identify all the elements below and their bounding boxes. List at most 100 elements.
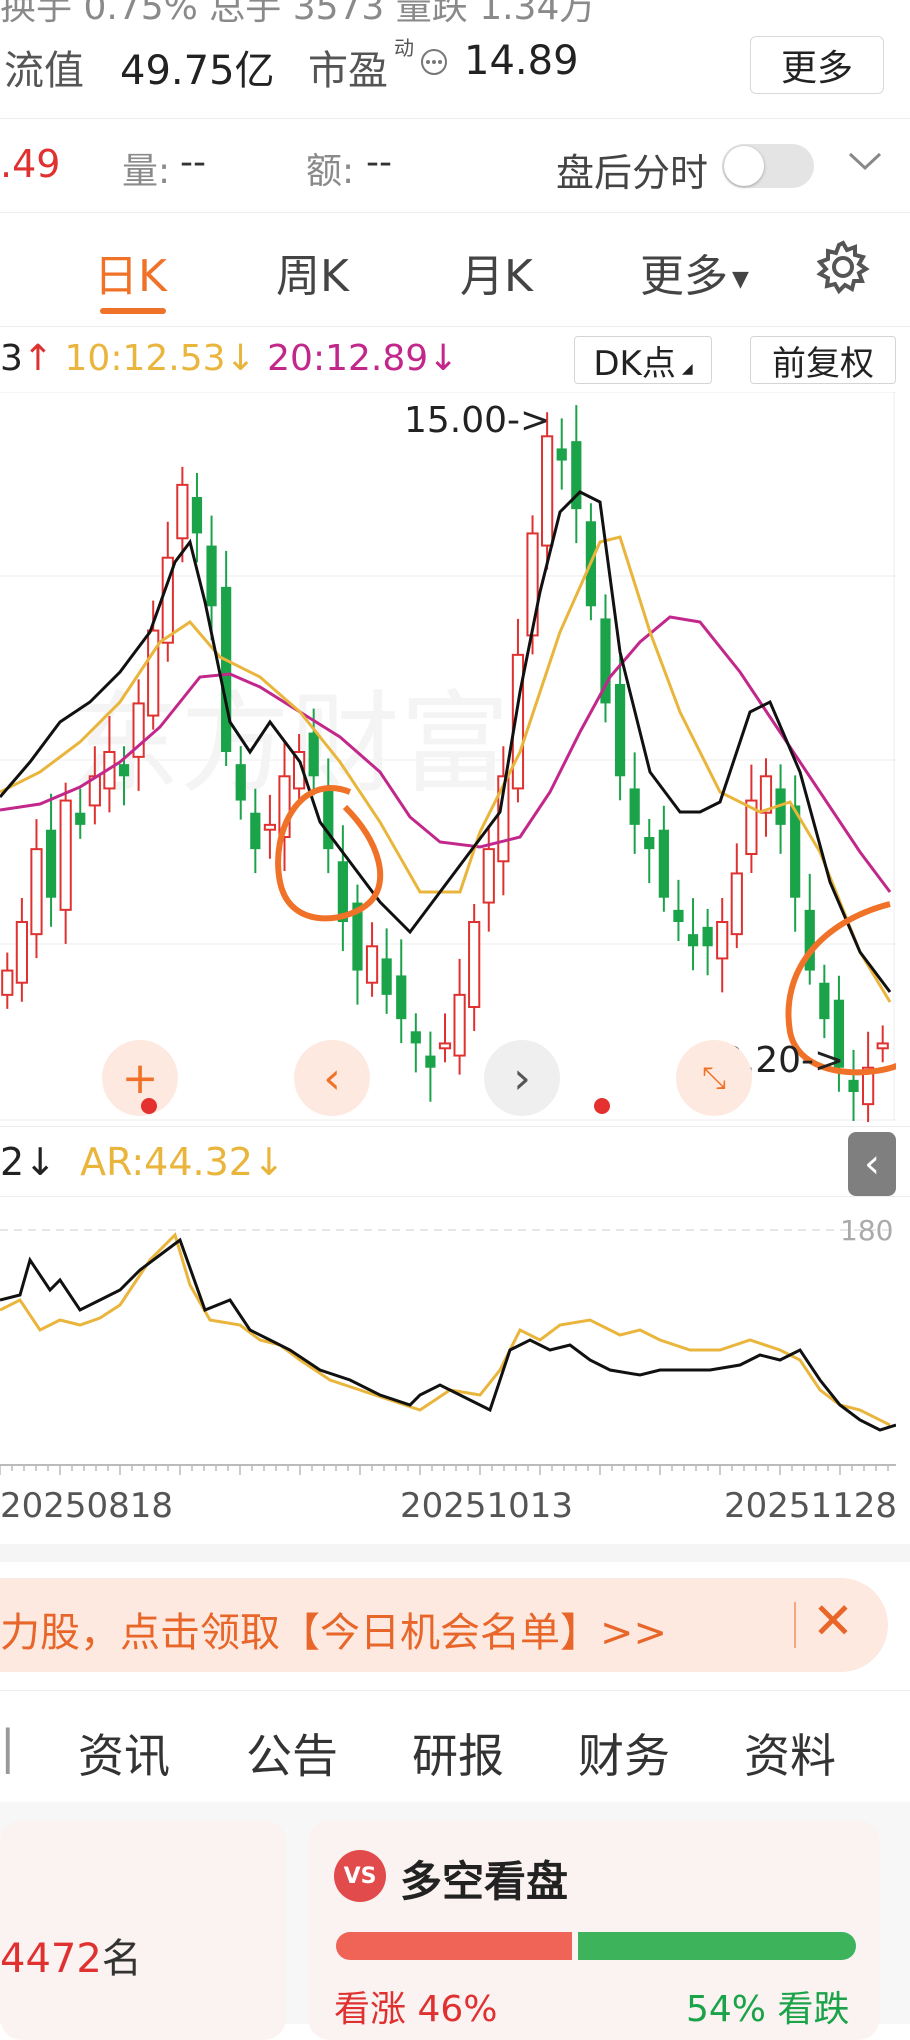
more-dots-icon[interactable] xyxy=(420,48,448,76)
candle xyxy=(59,799,72,911)
candle xyxy=(438,1042,452,1050)
candle xyxy=(658,829,669,898)
kline-chart[interactable]: 东方财富 15.00-> 12.20-> xyxy=(0,392,896,1122)
tab-finance[interactable]: 财务 xyxy=(578,1720,670,1786)
notification-dot xyxy=(594,1098,610,1114)
candle xyxy=(308,732,319,777)
rank-value: 4472 xyxy=(0,1936,102,1982)
candle xyxy=(702,926,713,947)
candle xyxy=(221,586,232,752)
dk-point-label: DK点 xyxy=(593,343,676,384)
candle xyxy=(176,483,189,540)
candle xyxy=(206,545,217,607)
candle xyxy=(614,684,626,777)
candle xyxy=(147,629,160,717)
more-button[interactable]: 更多 xyxy=(750,36,884,94)
tab-news[interactable]: 资讯 xyxy=(78,1720,170,1786)
ma-legend: 3↑ 10:12.53↓ 20:12.89↓ xyxy=(0,338,458,379)
vs-logo-icon: VS xyxy=(334,1850,386,1902)
pe-superscript: 动 xyxy=(394,36,414,60)
chevron-down-icon[interactable] xyxy=(848,150,882,178)
last-price: .49 xyxy=(0,142,61,186)
axis-ticks xyxy=(0,1465,889,1475)
candle xyxy=(556,448,567,461)
notification-dot xyxy=(141,1098,157,1114)
pe-value: 14.89 xyxy=(464,38,579,84)
prev-button[interactable]: ‹ xyxy=(294,1040,370,1116)
tab-announcements[interactable]: 公告 xyxy=(246,1720,338,1786)
plus-icon: + xyxy=(121,1052,159,1104)
candle xyxy=(629,788,640,825)
bull-bear-card[interactable]: VS 多空看盘 看涨 46% 54% 看跌 xyxy=(308,1820,880,2040)
card-title: 多空看盘 xyxy=(400,1857,569,1906)
chevron-left-icon: ‹ xyxy=(323,1052,341,1104)
rank-card[interactable]: 4472名 xyxy=(0,1820,286,2040)
indicator-legend: 2↓ AR:44.32↓ xyxy=(0,1140,285,1184)
candle xyxy=(235,764,246,801)
candle xyxy=(45,829,57,898)
circ-cap-value: 49.75亿 xyxy=(120,48,275,94)
up-arrow-icon: ↑ xyxy=(22,338,54,379)
pe-label: 市盈 xyxy=(308,48,388,94)
after-hours-toggle[interactable] xyxy=(722,144,814,188)
ar-line xyxy=(0,1232,891,1427)
active-tab-underline xyxy=(100,308,166,314)
section-gap xyxy=(0,1544,910,1562)
tab-month-k[interactable]: 月K xyxy=(460,240,533,304)
candle xyxy=(425,1055,436,1068)
toggle-knob xyxy=(724,146,764,186)
expand-button[interactable]: ⤡ xyxy=(676,1040,752,1116)
tab-more-label: 更多 xyxy=(640,251,728,302)
divider xyxy=(0,118,910,119)
br-line xyxy=(0,1237,896,1432)
close-icon[interactable]: ✕ xyxy=(812,1592,854,1650)
tab-more[interactable]: 更多 ▼ xyxy=(640,240,749,304)
candle xyxy=(716,921,729,960)
rank-text: 4472名 xyxy=(0,1926,142,1984)
bear-bar-fill xyxy=(578,1932,856,1960)
promo-banner[interactable]: 力股，点击领取【今日机会名单】>> ✕ xyxy=(0,1578,888,1672)
adjust-button[interactable]: 前复权 xyxy=(750,336,896,384)
caret-down-icon: ▼ xyxy=(732,266,749,292)
indicator-chart[interactable]: 180 xyxy=(0,1200,896,1480)
bull-bear-bar xyxy=(336,1932,856,1960)
ma5-value: 3 xyxy=(0,338,23,379)
divider xyxy=(0,1196,910,1197)
tab-week-k[interactable]: 周K xyxy=(276,240,349,304)
candle xyxy=(118,764,130,777)
add-indicator-button[interactable]: + xyxy=(102,1040,178,1116)
candle xyxy=(250,812,261,850)
candle xyxy=(673,909,684,922)
candle xyxy=(1,969,14,996)
down-arrow-icon: ↓ xyxy=(252,1140,285,1184)
collapse-panel-button[interactable]: ‹ xyxy=(848,1132,896,1196)
down-arrow-icon: ↓ xyxy=(225,338,256,379)
tab-profile[interactable]: 资料 xyxy=(744,1720,836,1786)
candle xyxy=(191,497,203,534)
after-hours-label: 盘后分时 xyxy=(556,151,709,195)
gear-icon[interactable] xyxy=(814,238,872,300)
candle xyxy=(526,532,539,637)
dk-point-button[interactable]: DK点 ◢ xyxy=(574,336,712,384)
candle xyxy=(396,975,407,1020)
down-arrow-icon: ↓ xyxy=(24,1140,57,1184)
tab-day-k[interactable]: 日K xyxy=(94,240,167,304)
candle xyxy=(876,1042,889,1050)
adjust-button-label: 前复权 xyxy=(772,343,874,384)
high-price-label: 15.00-> xyxy=(404,400,550,441)
divider xyxy=(0,1126,910,1127)
candle xyxy=(30,848,43,936)
candle xyxy=(263,823,277,831)
ar-value: AR:44.32 xyxy=(80,1140,253,1184)
x-tick-label: 20251128 xyxy=(724,1486,898,1526)
candle xyxy=(453,993,466,1057)
x-tick-label: 20251013 xyxy=(400,1486,574,1526)
candle xyxy=(410,1031,421,1044)
next-button[interactable]: › xyxy=(484,1040,560,1116)
expand-icon: ⤡ xyxy=(702,1060,726,1096)
volume-label: 量: xyxy=(122,151,171,192)
tab-research[interactable]: 研报 xyxy=(412,1720,504,1786)
candle xyxy=(15,921,28,984)
candle xyxy=(819,982,830,1020)
bear-text: 54% 看跌 xyxy=(686,1980,849,2032)
